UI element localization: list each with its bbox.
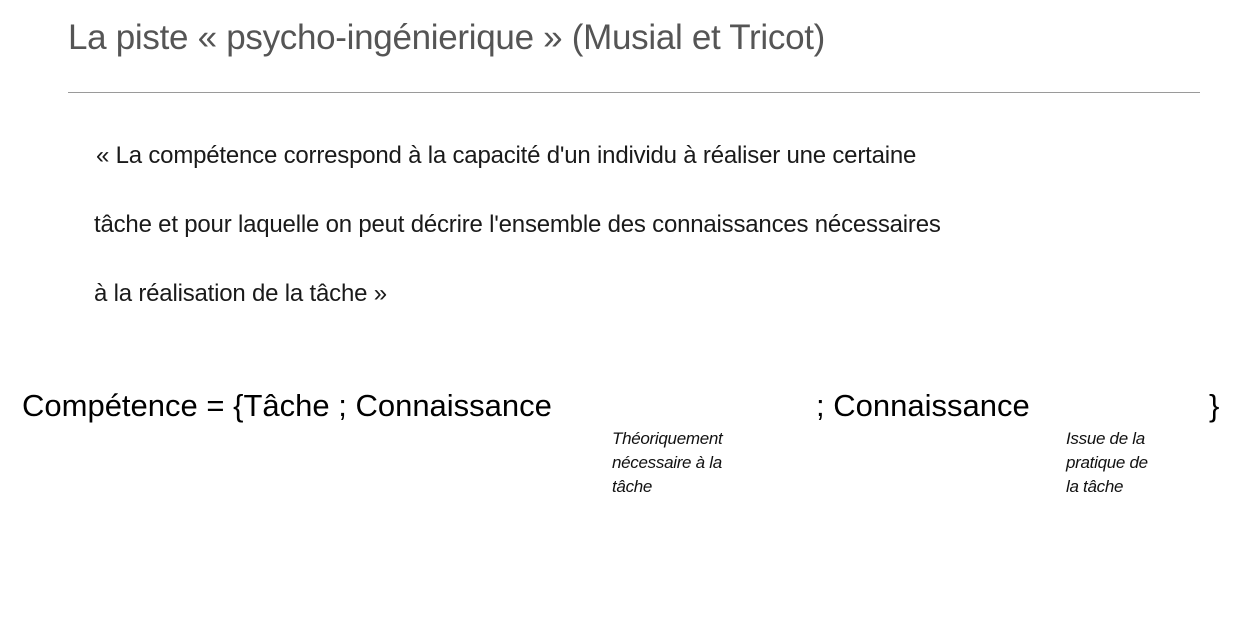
annotation-theoretical-knowledge: Théoriquement nécessaire à la tâche xyxy=(612,427,772,499)
formula-closing-brace: } xyxy=(1209,388,1220,423)
quote-line-2: tâche et pour laquelle on peut décrire l… xyxy=(94,211,941,238)
quote-line-1: « La compétence correspond à la capacité… xyxy=(96,142,917,169)
annotation-practical-knowledge: Issue de la pratique de la tâche xyxy=(1066,427,1186,499)
annotation-line: Théoriquement xyxy=(612,429,723,448)
title-divider xyxy=(68,92,1200,93)
slide: La piste « psycho-ingénierique » (Musial… xyxy=(0,0,1244,640)
annotation-line: pratique de xyxy=(1066,453,1148,472)
formula-part-2: ; Connaissance xyxy=(816,388,1030,423)
annotation-line: la tâche xyxy=(1066,477,1124,496)
annotation-line: Issue de la xyxy=(1066,429,1145,448)
formula-part-1: Compétence = {Tâche ; Connaissance xyxy=(22,388,552,423)
annotation-line: nécessaire à la xyxy=(612,453,722,472)
slide-title: La piste « psycho-ingénierique » (Musial… xyxy=(68,18,826,57)
quote-line-3: à la réalisation de la tâche » xyxy=(94,280,387,307)
annotation-line: tâche xyxy=(612,477,653,496)
